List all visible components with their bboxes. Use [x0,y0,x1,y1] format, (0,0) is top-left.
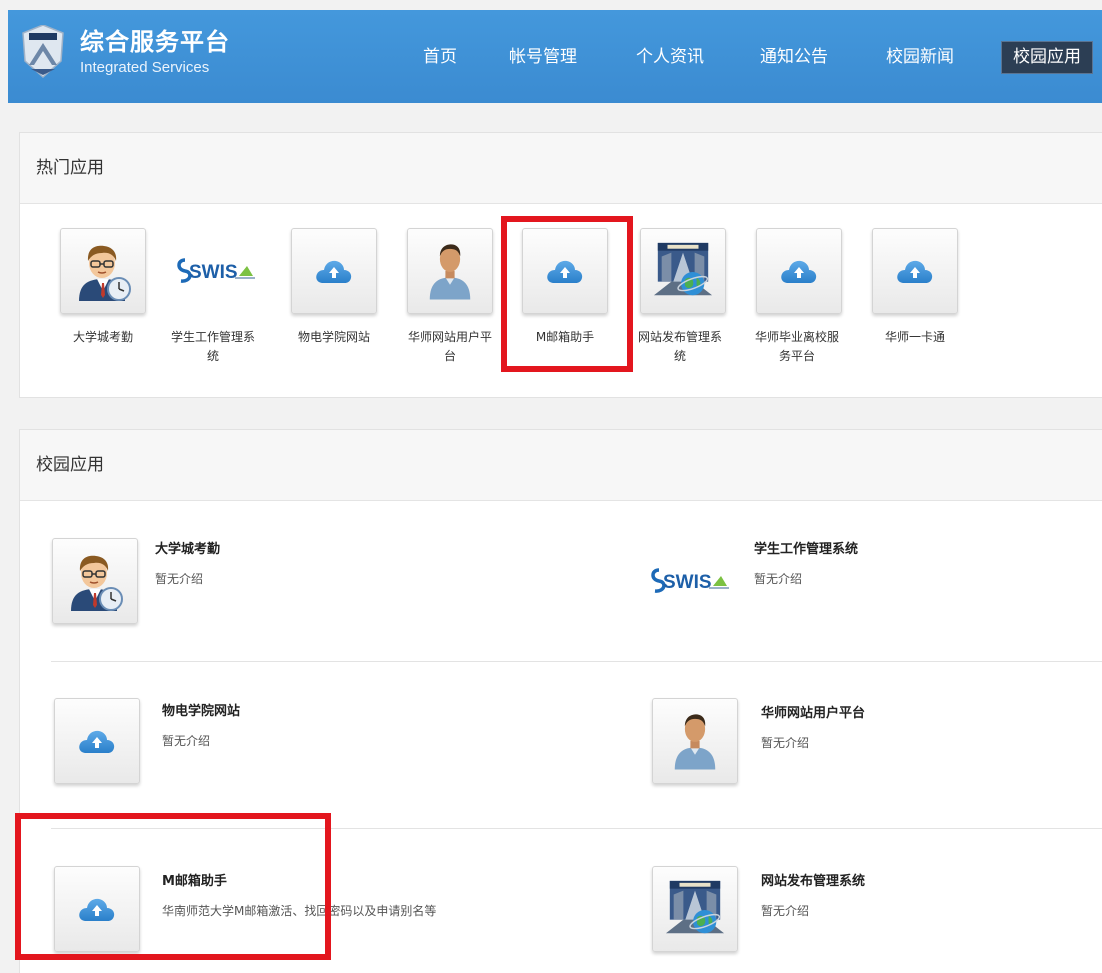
nav-account-management[interactable]: 帐号管理 [509,46,577,68]
campus-app-desc: 暂无介绍 [761,736,810,750]
campus-app-site-publish-icon[interactable] [652,866,738,952]
svg-text:SWIS: SWIS [189,262,238,283]
person-clock-icon [65,549,125,613]
hot-app-label[interactable]: 学生工作管理系统 [167,328,259,366]
cloud-upload-icon [895,257,935,285]
campus-app-title[interactable]: 学生工作管理系统 [754,538,858,557]
campus-app-title[interactable]: 大学城考勤 [155,538,220,557]
cloud-upload-icon [77,895,117,923]
campus-app-attendance-icon[interactable] [52,538,138,624]
hot-app-label[interactable]: 大学城考勤 [57,328,149,347]
person-icon [427,240,473,302]
campus-app-desc: 暂无介绍 [754,572,803,586]
campus-app-title[interactable]: 华师网站用户平台 [761,702,865,721]
campus-app-desc: 暂无介绍 [162,734,211,748]
hot-app-physics-site-tile[interactable] [291,228,377,314]
university-emblem-icon[interactable] [19,24,67,79]
hot-app-site-publish-tile[interactable] [640,228,726,314]
swis-logo[interactable]: SWIS [175,256,257,286]
globe-building-icon [652,239,714,303]
hot-app-attendance-tile[interactable] [60,228,146,314]
cloud-upload-icon [314,257,354,285]
campus-app-desc: 华南师范大学M邮箱激活、找回密码以及申请别名等 [162,904,437,918]
hot-app-label[interactable]: M邮箱助手 [519,328,611,347]
nav-campus-apps[interactable]: 校园应用 [1001,41,1093,74]
top-navigation-bar: 综合服务平台 Integrated Services 首页 帐号管理 个人资讯 … [8,10,1102,103]
hot-app-label[interactable]: 华师毕业离校服务平台 [751,328,843,366]
nav-notices[interactable]: 通知公告 [760,46,828,68]
cloud-upload-icon [77,727,117,755]
cloud-upload-icon [779,257,819,285]
nav-personal-info[interactable]: 个人资讯 [636,46,704,68]
nav-campus-news[interactable]: 校园新闻 [886,46,954,68]
swis-logo[interactable]: SWIS [649,566,731,596]
row-divider [51,661,1102,662]
globe-building-icon [664,877,726,941]
campus-apps-heading: 校园应用 [20,430,1102,501]
campus-app-title[interactable]: M邮箱助手 [162,870,227,889]
platform-subtitle: Integrated Services [80,59,210,76]
cloud-upload-icon [545,257,585,285]
hot-app-label[interactable]: 华师网站用户平台 [404,328,496,366]
campus-app-title[interactable]: 物电学院网站 [162,700,240,719]
campus-app-title[interactable]: 网站发布管理系统 [761,870,865,889]
person-icon [672,710,718,772]
campus-app-user-platform-icon[interactable] [652,698,738,784]
campus-app-desc: 暂无介绍 [761,904,810,918]
platform-title: 综合服务平台 [80,28,230,56]
person-clock-icon [73,239,133,303]
nav-home[interactable]: 首页 [423,46,457,68]
svg-text:SWIS: SWIS [663,572,712,593]
hot-apps-panel: 热门应用 大学城考勤 SWIS 学生工作管理系统 物电学院网站 华师网站用户平台… [19,132,1102,398]
campus-app-physics-site-icon[interactable] [54,698,140,784]
hot-app-label[interactable]: 华师一卡通 [869,328,961,347]
row-divider [51,828,1102,829]
campus-app-mail-assistant-icon[interactable] [54,866,140,952]
hot-app-mail-assistant-tile[interactable] [522,228,608,314]
hot-app-graduation-tile[interactable] [756,228,842,314]
campus-apps-panel: 校园应用 大学城考勤 暂无介绍 SWIS 学生工作管理系统 暂无介绍 物电学院网… [19,429,1102,973]
hot-app-campus-card-tile[interactable] [872,228,958,314]
campus-app-desc: 暂无介绍 [155,572,204,586]
hot-app-label[interactable]: 物电学院网站 [288,328,380,347]
hot-app-label[interactable]: 网站发布管理系统 [634,328,726,366]
hot-apps-heading: 热门应用 [20,133,1102,204]
hot-app-user-platform-tile[interactable] [407,228,493,314]
